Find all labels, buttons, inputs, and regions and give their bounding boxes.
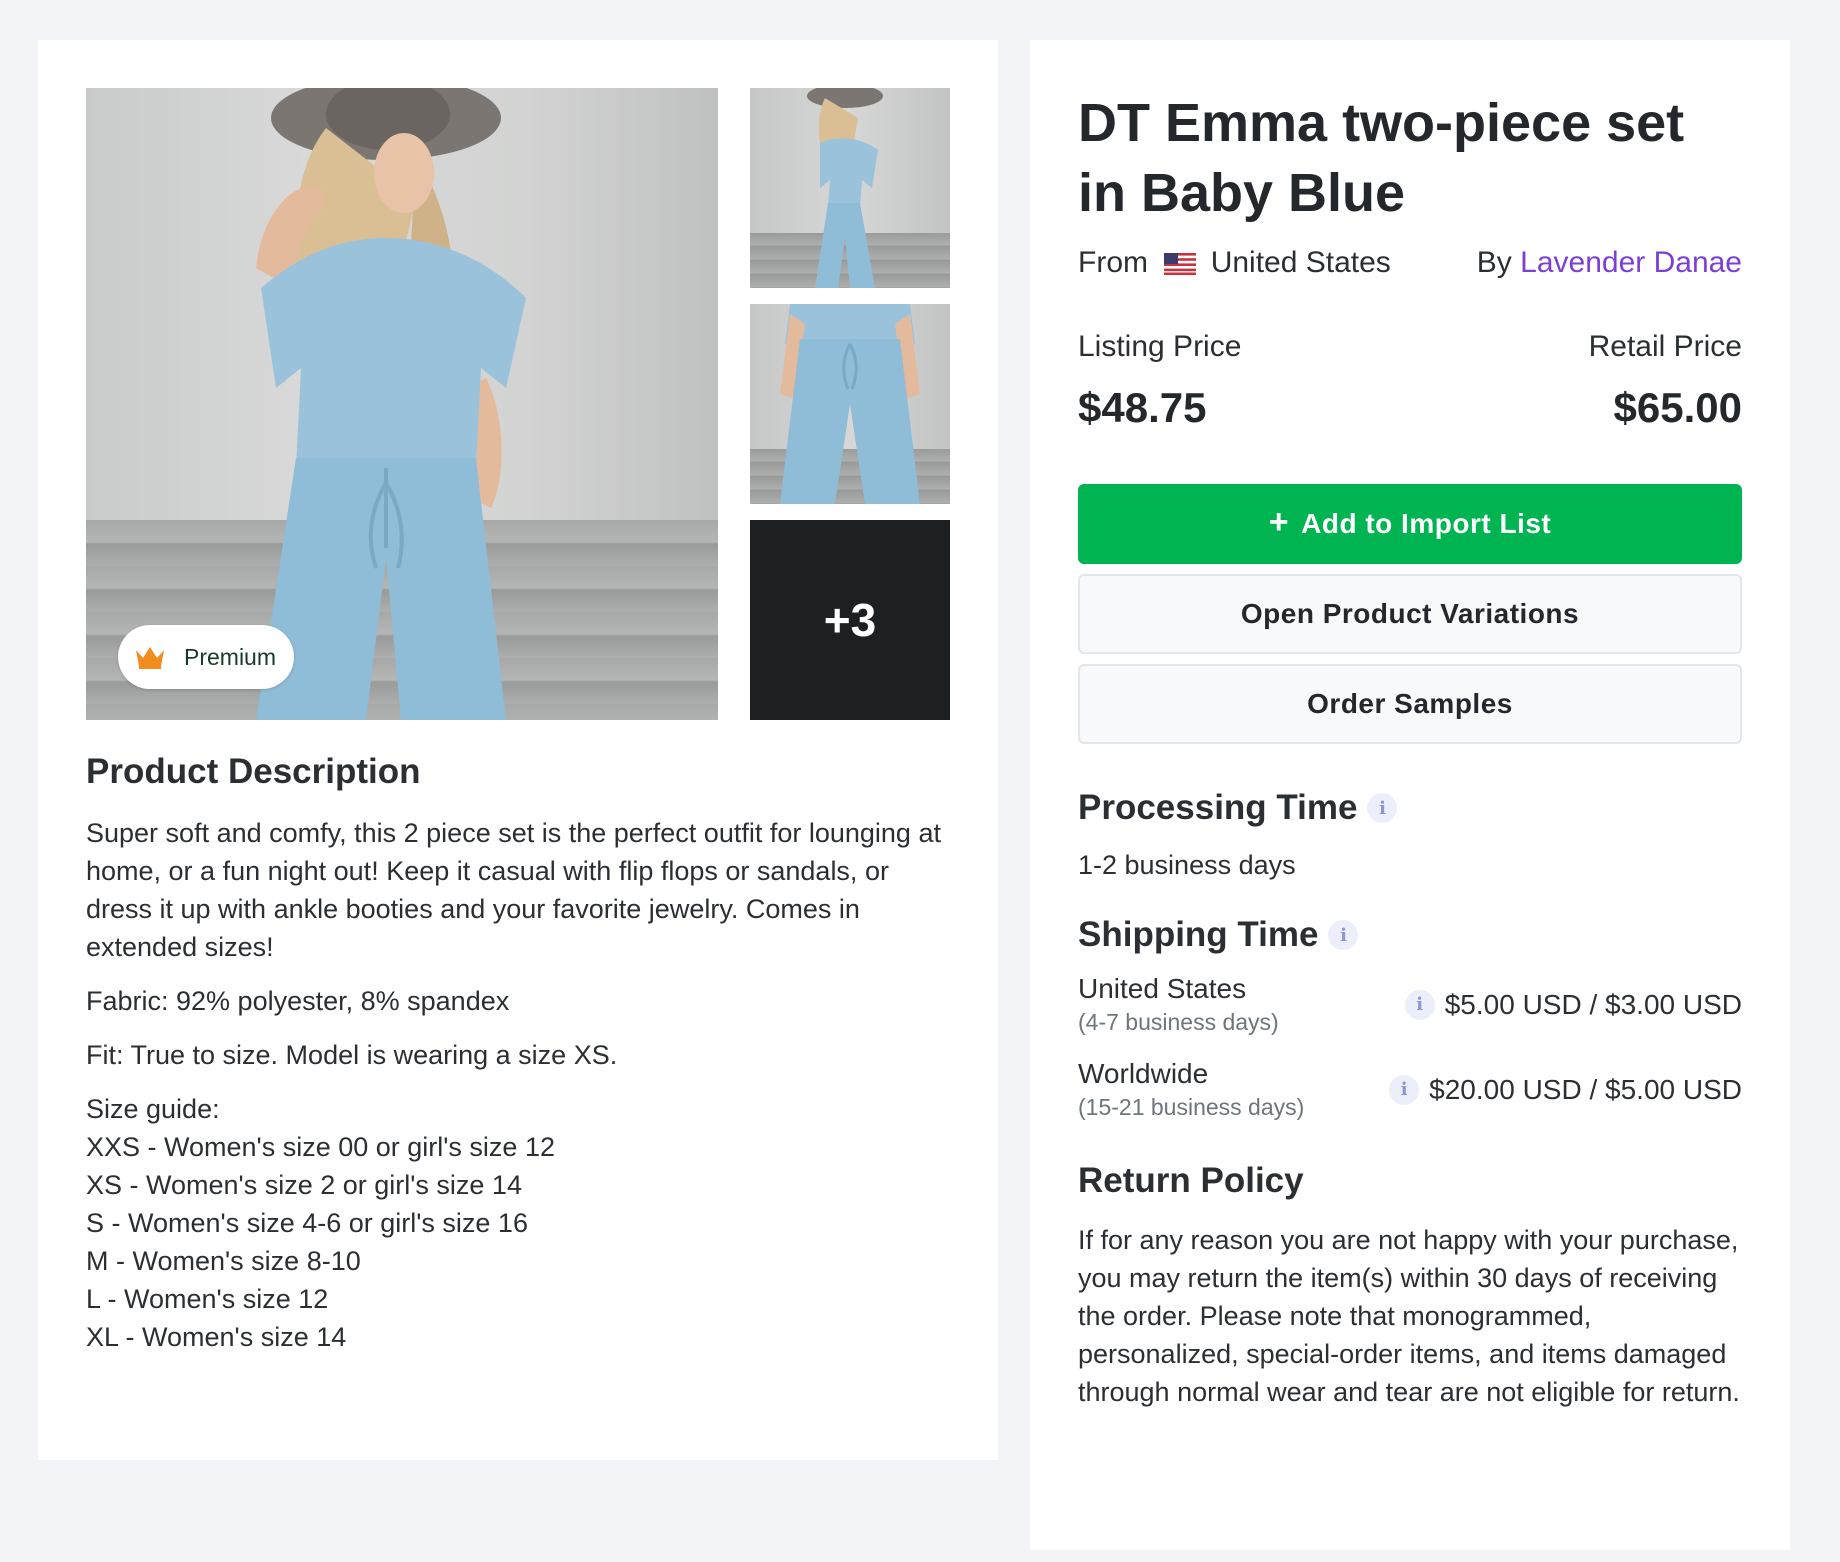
shipping-time-title: Shipping Time i [1078,915,1742,955]
order-samples-button[interactable]: Order Samples [1078,664,1742,744]
processing-time-value: 1-2 business days [1078,850,1296,880]
thumbnail-figure [780,304,920,504]
description-title: Product Description [86,752,421,791]
vendor: By Lavender Danae [1477,246,1742,280]
shipping-destination: Worldwide (15-21 business days) [1078,1058,1304,1121]
thumbnail-1[interactable] [750,88,950,288]
size-guide-item: XS - Women's size 2 or girl's size 14 [86,1170,522,1200]
size-guide: Size guide: XXS - Women's size 00 or gir… [86,1090,956,1356]
info-icon[interactable]: i [1367,793,1398,823]
crown-icon [136,647,164,669]
add-to-import-list-label: Add to Import List [1301,508,1552,539]
listing-price: Listing Price $48.75 [1078,330,1241,432]
product-description: Product Description Super soft and comfy… [86,752,956,1356]
shipping-price-value: $20.00 USD / $5.00 USD [1429,1073,1742,1105]
retail-price-label: Retail Price [1588,330,1742,363]
premium-label: Premium [184,643,277,670]
product-title: DT Emma two-piece set in Baby Blue [1078,93,1685,223]
size-guide-item: XXS - Women's size 00 or girl's size 12 [86,1132,555,1162]
processing-time-section: Processing Time i 1-2 business days [1078,788,1742,881]
retail-price: Retail Price $65.00 [1589,330,1742,432]
retail-price-value: $65.00 [1613,384,1742,431]
more-images-count: +3 [750,520,950,720]
vendor-link[interactable]: Lavender Danae [1520,246,1742,279]
description-body: Super soft and comfy, this 2 piece set i… [86,818,941,962]
shipping-row: United States (4-7 business days) i $5.0… [1078,973,1742,1036]
shipping-time-section: Shipping Time i United States (4-7 busin… [1078,915,1742,1121]
thumbnail-figure [807,88,883,288]
description-fit: Fit: True to size. Model is wearing a si… [86,1040,618,1070]
size-guide-list: XXS - Women's size 00 or girl's size 12 … [86,1128,956,1356]
return-policy-title: Return Policy [1078,1161,1304,1200]
origin: From United States [1078,246,1391,280]
return-policy-section: Return Policy If for any reason you are … [1078,1161,1742,1411]
shipping-row: Worldwide (15-21 business days) i $20.00… [1078,1058,1742,1121]
shipping-price: i $5.00 USD / $3.00 USD [1404,988,1742,1021]
listing-price-value: $48.75 [1078,384,1207,431]
size-guide-item: XL - Women's size 14 [86,1322,347,1352]
thumbnail-2[interactable] [750,304,950,504]
price-row: Listing Price $48.75 Retail Price $65.00 [1078,330,1742,432]
shipping-price-value: $5.00 USD / $3.00 USD [1444,988,1742,1020]
product-meta: From United States By Lavender Danae [1078,246,1742,280]
processing-time-title: Processing Time i [1078,788,1742,828]
shipping-region: Worldwide [1078,1058,1209,1089]
info-icon[interactable]: i [1404,989,1435,1020]
return-policy-text: If for any reason you are not happy with… [1078,1225,1740,1407]
info-icon[interactable]: i [1328,920,1359,950]
plus-icon: + [1268,503,1290,541]
from-prefix: From [1078,246,1148,279]
shipping-price: i $20.00 USD / $5.00 USD [1389,1074,1742,1106]
description-fabric: Fabric: 92% polyester, 8% spandex [86,986,510,1016]
processing-time-label: Processing Time [1078,788,1358,827]
listing-price-label: Listing Price [1078,330,1242,363]
open-product-variations-button[interactable]: Open Product Variations [1078,574,1742,654]
size-guide-title: Size guide: [86,1094,220,1124]
shipping-time-label: Shipping Time [1078,915,1319,954]
premium-badge: Premium [118,625,294,689]
size-guide-item: S - Women's size 4-6 or girl's size 16 [86,1208,528,1238]
shipping-region: United States [1078,973,1247,1004]
by-prefix: By [1476,246,1512,279]
info-icon[interactable]: i [1389,1074,1420,1105]
origin-country: United States [1210,246,1391,279]
product-details-card: DT Emma two-piece set in Baby Blue From … [1030,40,1790,1550]
size-guide-item: L - Women's size 12 [86,1284,329,1314]
us-flag-icon [1164,253,1197,275]
thumbnail-more[interactable]: +3 [750,520,950,720]
shipping-destination: United States (4-7 business days) [1078,973,1279,1036]
add-to-import-list-button[interactable]: + Add to Import List [1078,484,1742,564]
shipping-days: (4-7 business days) [1078,1009,1279,1035]
size-guide-item: M - Women's size 8-10 [86,1246,361,1276]
shipping-days: (15-21 business days) [1078,1094,1305,1120]
product-media-card: +3 Premium Product Description Super sof… [38,40,998,1460]
